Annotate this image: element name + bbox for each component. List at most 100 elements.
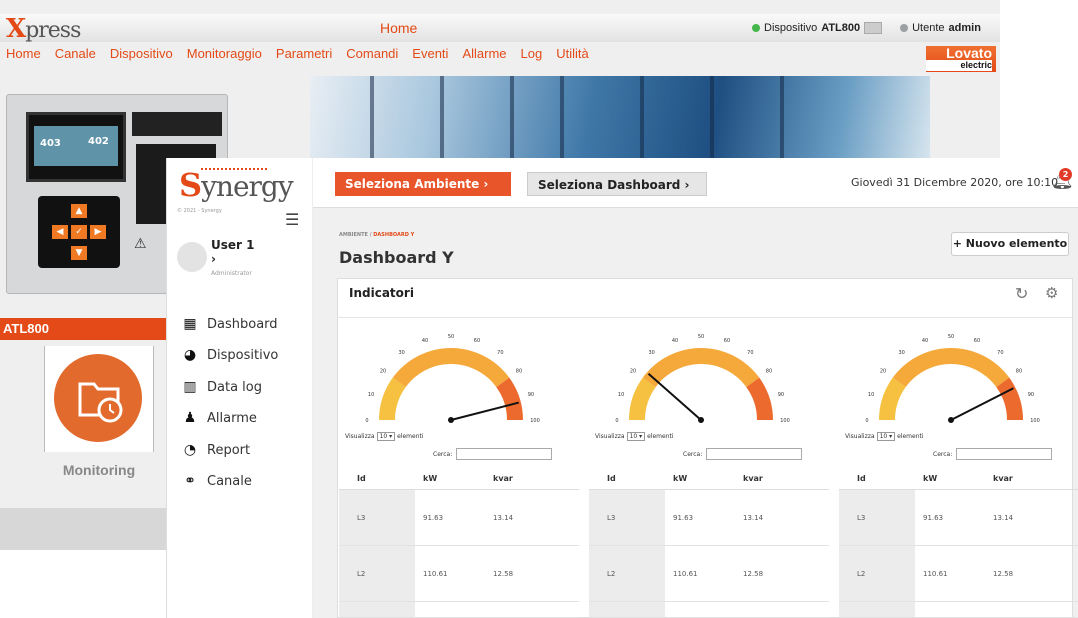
copyright: © 2021 - Synergy bbox=[177, 208, 222, 214]
table-header: Id kW kvar bbox=[589, 468, 829, 490]
table-row-partial bbox=[339, 602, 579, 618]
gauge-tick-label: 90 bbox=[528, 392, 534, 398]
nav-monitoraggio[interactable]: Monitoraggio bbox=[187, 46, 262, 72]
device-model-strip: ATL800 bbox=[0, 318, 170, 340]
avatar[interactable] bbox=[177, 242, 207, 272]
page-length-select[interactable]: 10 ▾ bbox=[876, 432, 896, 441]
select-dashboard-button[interactable]: Seleziona Dashboard › bbox=[527, 172, 707, 196]
table-header: Id kW kvar bbox=[839, 468, 1078, 490]
column-header-kvar[interactable]: kvar bbox=[735, 468, 829, 489]
gauge-widget: 0 10 20 30 40 50 60 70 80 90 100 Visualizza 10 ▾ e… bbox=[839, 328, 1078, 618]
gauge-chart: 0 10 20 30 40 50 60 70 80 90 100 bbox=[865, 334, 1040, 424]
gauge-tick-label: 40 bbox=[422, 338, 428, 344]
gauge-tick-label: 80 bbox=[766, 369, 772, 375]
nav-eventi[interactable]: Eventi bbox=[412, 46, 448, 72]
monitoring-icon[interactable] bbox=[54, 354, 142, 442]
cell-kvar: 12.58 bbox=[743, 570, 764, 578]
nav-home[interactable]: Home bbox=[6, 46, 41, 72]
search-label: Cerca: bbox=[433, 450, 453, 458]
table-row-partial bbox=[839, 602, 1078, 618]
column-header-id[interactable]: Id bbox=[339, 468, 415, 489]
cell-kw: 91.63 bbox=[673, 514, 694, 522]
page-title: Home bbox=[380, 20, 418, 36]
refresh-icon[interactable]: ↻ bbox=[1015, 284, 1028, 303]
gauge-needle bbox=[950, 387, 1014, 421]
sidebar-item-dispositivo[interactable]: ◕ Dispositivo bbox=[181, 347, 278, 363]
nav-utilita[interactable]: Utilità bbox=[556, 46, 589, 72]
key-ok-icon: ✓ bbox=[71, 225, 87, 239]
notification-badge[interactable]: 2 bbox=[1059, 168, 1072, 181]
column-header-kw[interactable]: kW bbox=[665, 468, 735, 489]
gauge-tick-label: 30 bbox=[648, 350, 654, 356]
gauge-tick-label: 0 bbox=[615, 418, 618, 424]
sidebar-item-label: Dispositivo bbox=[207, 347, 279, 363]
user-name[interactable]: User 1 bbox=[211, 238, 254, 252]
gauge-chart: 0 10 20 30 40 50 60 70 80 90 100 bbox=[615, 334, 789, 424]
sidebar-item-label: Report bbox=[207, 442, 251, 458]
gauge-tick-label: 90 bbox=[778, 392, 784, 398]
gear-icon[interactable]: ⚙ bbox=[1045, 284, 1058, 302]
grid-icon: ▦ bbox=[183, 316, 197, 332]
key-left-icon: ◀ bbox=[52, 225, 68, 239]
nav-log[interactable]: Log bbox=[521, 46, 543, 72]
nav-canale[interactable]: Canale bbox=[55, 46, 96, 72]
table-row[interactable]: L2 110.61 12.58 bbox=[839, 546, 1078, 602]
pie-icon: ◔ bbox=[183, 442, 197, 458]
device-name[interactable]: ATL800 bbox=[821, 22, 860, 34]
column-header-kvar[interactable]: kvar bbox=[485, 468, 579, 489]
key-down-icon: ▼ bbox=[71, 246, 87, 260]
table-search: Cerca: bbox=[433, 448, 553, 460]
table-search: Cerca: bbox=[933, 448, 1053, 460]
cell-id: L2 bbox=[339, 546, 415, 601]
table-row[interactable]: L2 110.61 12.58 bbox=[339, 546, 579, 602]
user-chevron-icon[interactable]: › bbox=[211, 252, 216, 266]
gauge-band-mid bbox=[892, 348, 1010, 388]
gauge-chart: 0 10 20 30 40 50 60 70 80 90 100 bbox=[365, 334, 540, 424]
gauge-tick-label: 70 bbox=[997, 350, 1003, 356]
search-input[interactable] bbox=[706, 448, 803, 460]
sidebar-item-canale[interactable]: ⚭ Canale bbox=[181, 473, 252, 489]
gauge-tick-label: 30 bbox=[398, 350, 404, 356]
sidebar-item-dashboard[interactable]: ▦ Dashboard bbox=[181, 316, 277, 332]
show-label: Visualizza bbox=[345, 433, 375, 440]
gauge-tick-label: 10 bbox=[368, 392, 374, 398]
display-value-left: 403 bbox=[40, 138, 61, 149]
nav-allarme[interactable]: Allarme bbox=[462, 46, 506, 72]
gauge-tick-label: 100 bbox=[530, 418, 540, 424]
key-up-icon: ▲ bbox=[71, 204, 87, 218]
column-header-id[interactable]: Id bbox=[839, 468, 915, 489]
gauge-tick-label: 20 bbox=[380, 369, 386, 375]
gauge-tick-label: 40 bbox=[672, 338, 678, 344]
nav-parametri[interactable]: Parametri bbox=[276, 46, 332, 72]
search-input[interactable] bbox=[456, 448, 553, 460]
page-length-select[interactable]: 10 ▾ bbox=[626, 432, 646, 441]
user-name[interactable]: admin bbox=[949, 22, 981, 34]
breadcrumb-root[interactable]: AMBIENTE bbox=[339, 232, 368, 238]
table-row[interactable]: L3 91.63 13.14 bbox=[339, 490, 579, 546]
column-header-kw[interactable]: kW bbox=[915, 468, 985, 489]
menu-toggle-icon[interactable]: ☰ bbox=[285, 210, 299, 229]
table-row[interactable]: L3 91.63 13.14 bbox=[839, 490, 1078, 546]
table-row[interactable]: L3 91.63 13.14 bbox=[589, 490, 829, 546]
sidebar-item-label: Allarme bbox=[207, 410, 257, 426]
gauge-tick-label: 80 bbox=[1016, 369, 1022, 375]
column-header-kw[interactable]: kW bbox=[415, 468, 485, 489]
device-toggle[interactable] bbox=[864, 22, 883, 34]
sidebar-item-data-log[interactable]: ▥ Data log bbox=[181, 379, 262, 395]
column-header-id[interactable]: Id bbox=[589, 468, 665, 489]
column-header-kvar[interactable]: kvar bbox=[985, 468, 1078, 489]
gauge-tick-label: 100 bbox=[1030, 418, 1040, 424]
cell-kw: 91.63 bbox=[923, 514, 944, 522]
chart-icon: ▥ bbox=[183, 379, 197, 395]
sidebar-item-report[interactable]: ◔ Report bbox=[181, 442, 250, 458]
search-input[interactable] bbox=[956, 448, 1053, 460]
nav-dispositivo[interactable]: Dispositivo bbox=[110, 46, 173, 72]
table-row[interactable]: L2 110.61 12.58 bbox=[589, 546, 829, 602]
nav-comandi[interactable]: Comandi bbox=[346, 46, 398, 72]
gauge-tick-label: 0 bbox=[865, 418, 868, 424]
new-element-button[interactable]: + Nuovo elemento bbox=[951, 232, 1069, 256]
gauge-tick-label: 60 bbox=[974, 338, 980, 344]
select-environment-button[interactable]: Seleziona Ambiente › bbox=[335, 172, 511, 196]
sidebar-item-allarme[interactable]: ♟ Allarme bbox=[181, 410, 257, 426]
page-length-select[interactable]: 10 ▾ bbox=[376, 432, 396, 441]
